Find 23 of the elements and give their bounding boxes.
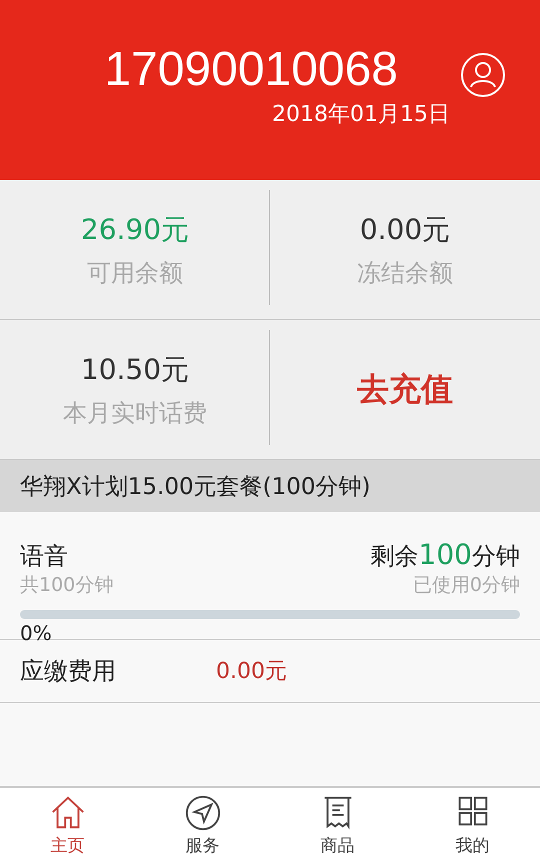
nav-tab[interactable]: 商品 <box>270 788 405 862</box>
balance-amount: 10.50元 <box>80 352 190 388</box>
usage-name: 语音 <box>20 541 68 572</box>
balance-amount: 26.90元 <box>80 212 190 248</box>
total-text: 共100分钟 <box>20 573 114 598</box>
user-icon[interactable] <box>460 52 506 98</box>
phone-number: 17090010068 <box>104 42 398 98</box>
used-text: 已使用0分钟 <box>412 573 520 598</box>
date-text: 2018年01月15日 <box>272 101 450 129</box>
nav-tab[interactable]: 服务 <box>135 788 270 862</box>
remaining-text: 剩余100分钟 <box>370 538 520 572</box>
nav-tab[interactable]: 我的 <box>405 788 540 862</box>
send-icon <box>184 794 222 832</box>
balance-label: 可用余额 <box>87 258 183 288</box>
nav-tab[interactable]: 主页 <box>0 788 135 862</box>
percent-text: 0% <box>20 621 53 645</box>
balance-amount: 0.00元 <box>360 212 450 248</box>
balance-label: 冻结余额 <box>357 258 453 288</box>
fee-amount: 0.00元 <box>216 658 287 686</box>
balance-label: 本月实时话费 <box>63 398 207 428</box>
plan-title: 华翔X计划15.00元套餐(100分钟) <box>20 472 370 502</box>
recharge-button[interactable]: 去充值 <box>357 368 453 412</box>
fee-label: 应缴费用 <box>20 656 116 687</box>
